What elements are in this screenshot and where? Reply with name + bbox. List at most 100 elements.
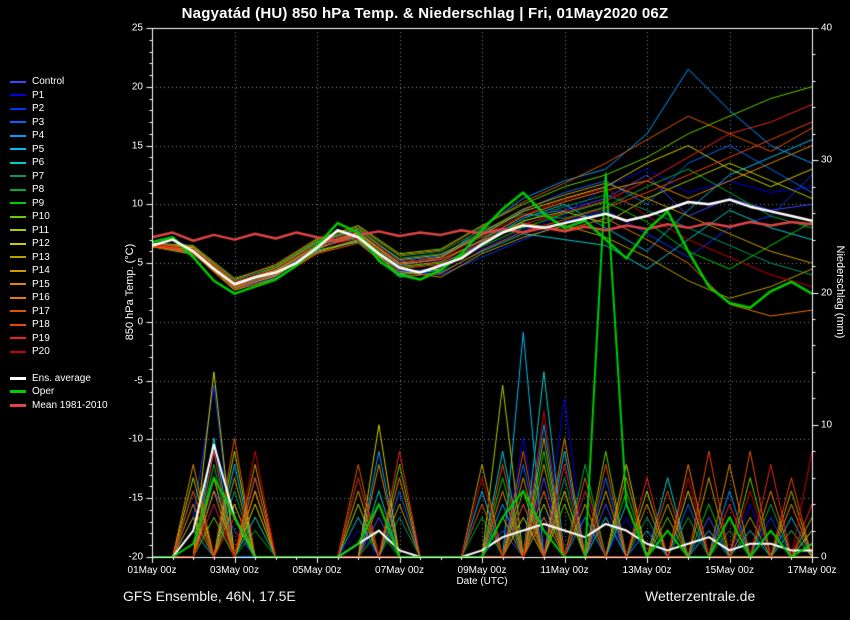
footer-model-info: GFS Ensemble, 46N, 17.5E	[123, 588, 296, 604]
legend-color-swatch	[10, 283, 26, 285]
legend-label: P2	[32, 103, 44, 114]
legend-color-swatch	[10, 337, 26, 339]
legend-item: P15	[10, 278, 108, 292]
legend-label: P12	[32, 238, 50, 249]
left-axis-tick-label: -5	[134, 375, 143, 386]
legend-label: P5	[32, 144, 44, 155]
legend-item: P10	[10, 210, 108, 224]
legend-label: P6	[32, 157, 44, 168]
legend-color-swatch	[10, 270, 26, 272]
legend-color-swatch	[10, 148, 26, 150]
legend-label: P13	[32, 252, 50, 263]
chart-title: Nagyatád (HU) 850 hPa Temp. & Niederschl…	[0, 5, 850, 22]
legend-color-swatch	[10, 108, 26, 110]
legend-color-swatch	[10, 390, 26, 393]
legend-item: P13	[10, 251, 108, 265]
footer-site-name: Wetterzentrale.de	[645, 588, 755, 604]
right-axis-tick-label: 10	[821, 419, 832, 430]
wetterzentrale-ensemble-chart: Nagyatád (HU) 850 hPa Temp. & Niederschl…	[0, 0, 850, 620]
legend-label: P4	[32, 130, 44, 141]
legend-color-swatch	[10, 377, 26, 380]
legend-item: Ens. average	[10, 372, 108, 386]
left-axis-tick-label: -20	[129, 552, 143, 563]
x-axis-tick-label: 11May 00z	[540, 565, 588, 576]
legend-color-swatch	[10, 243, 26, 245]
legend-item: Control	[10, 75, 108, 89]
right-axis-tick-label: 20	[821, 287, 832, 298]
legend-label: P20	[32, 346, 50, 357]
legend-color-swatch	[10, 189, 26, 191]
x-axis-tick-label: 07May 00z	[375, 565, 424, 576]
left-axis-tick-label: 5	[137, 258, 143, 269]
legend-label: P11	[32, 225, 49, 236]
left-axis-tick-label: 15	[132, 140, 143, 151]
left-axis-tick-label: 20	[132, 81, 143, 92]
legend-item: P12	[10, 237, 108, 251]
left-axis-tick-label: -10	[129, 434, 143, 445]
legend-label: P10	[32, 211, 50, 222]
right-axis-title: Niederschlag (mm)	[834, 246, 846, 339]
legend-label: Oper	[32, 386, 54, 397]
legend-item: P19	[10, 332, 108, 346]
legend-color-swatch	[10, 135, 26, 137]
legend-label: P19	[32, 333, 50, 344]
legend-label: P3	[32, 117, 44, 128]
legend-label: P7	[32, 171, 44, 182]
legend-item: P18	[10, 318, 108, 332]
legend-item: P8	[10, 183, 108, 197]
x-axis-tick-label: 05May 00z	[293, 565, 342, 576]
x-axis-tick-label: 03May 00z	[210, 565, 259, 576]
x-axis-tick-label: 01May 00z	[128, 565, 177, 576]
legend-item: P6	[10, 156, 108, 170]
legend-color-swatch	[10, 121, 26, 123]
legend-item: P2	[10, 102, 108, 116]
legend-item: P17	[10, 305, 108, 319]
legend-color-swatch	[10, 310, 26, 312]
x-axis-tick-label: 09May 00z	[458, 565, 507, 576]
legend-color-swatch	[10, 256, 26, 258]
legend-color-swatch	[10, 229, 26, 231]
legend-item: P16	[10, 291, 108, 305]
x-axis-tick-label: 15May 00z	[705, 565, 754, 576]
left-axis-tick-label: 25	[132, 23, 143, 34]
x-axis-tick-label: 13May 00z	[623, 565, 672, 576]
legend: Control P1 P2 P3 P4 P5 P6 P7 P8 P9P10 P11 P12 P13P14…	[10, 75, 108, 412]
legend-label: Mean 1981-2010	[32, 400, 108, 411]
right-axis-tick-label: 40	[821, 23, 832, 34]
legend-item: P7	[10, 170, 108, 184]
left-axis-tick-label: -15	[129, 493, 143, 504]
legend-item: P5	[10, 143, 108, 157]
legend-color-swatch	[10, 216, 26, 218]
legend-color-swatch	[10, 202, 26, 204]
legend-color-swatch	[10, 351, 26, 353]
legend-color-swatch	[10, 297, 26, 299]
legend-color-swatch	[10, 81, 26, 83]
left-axis-tick-label: 10	[132, 199, 143, 210]
legend-label: P18	[32, 319, 50, 330]
legend-label: P1	[32, 90, 44, 101]
legend-item: P11	[10, 224, 108, 238]
legend-color-swatch	[10, 324, 26, 326]
x-axis-tick-label: 17May 00z	[788, 565, 837, 576]
legend-item: P20	[10, 345, 108, 359]
legend-label: Control	[32, 76, 64, 87]
x-axis-title: Date (UTC)	[456, 576, 507, 587]
legend-label: P16	[32, 292, 50, 303]
legend-item: P1	[10, 89, 108, 103]
left-axis-title: 850 hPa Temp. (°C)	[124, 244, 136, 341]
legend-label: P17	[32, 306, 50, 317]
legend-color-swatch	[10, 175, 26, 177]
legend-item: P14	[10, 264, 108, 278]
legend-item: Oper	[10, 385, 108, 399]
left-axis-tick-label: 0	[137, 316, 143, 327]
legend-label: Ens. average	[32, 373, 91, 384]
legend-label: P8	[32, 184, 44, 195]
legend-item: Mean 1981-2010	[10, 399, 108, 413]
legend-color-swatch	[10, 162, 26, 164]
legend-color-swatch	[10, 94, 26, 96]
legend-label: P15	[32, 279, 50, 290]
legend-item: P4	[10, 129, 108, 143]
legend-item: P3	[10, 116, 108, 130]
legend-color-swatch	[10, 404, 26, 407]
legend-item: P9	[10, 197, 108, 211]
